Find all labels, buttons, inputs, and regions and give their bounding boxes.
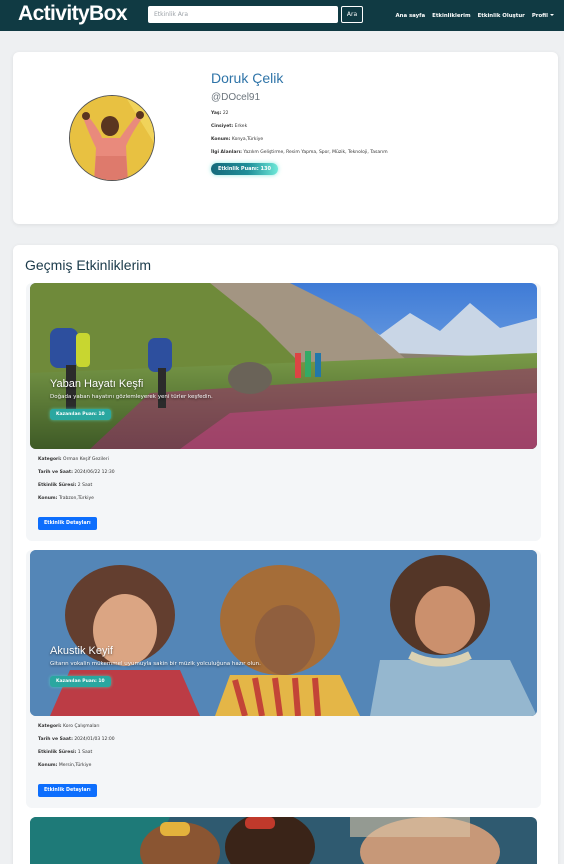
event-datetime-label: Tarih ve Saat: xyxy=(38,470,73,475)
event-datetime-value: 2024/06/22 12:30 xyxy=(74,470,115,475)
event-image xyxy=(30,550,537,716)
chevron-down-icon xyxy=(550,14,554,16)
profile-name: Doruk Çelik xyxy=(211,70,284,86)
event-points-badge: Kazanılan Puan: 10 xyxy=(50,409,111,420)
nav-link-profile-label: Profil xyxy=(531,12,548,19)
navbar: ActivityBox Ara Ana sayfa Etkinliklerim … xyxy=(0,0,564,31)
event-card: Akustik Keyif Gitarın vokalin mükemmel u… xyxy=(26,550,541,808)
event-card: Yaban Hayatı Keşfi Doğada yaban hayatını… xyxy=(26,283,541,541)
avatar xyxy=(69,95,155,181)
event-category-label: Kategori: xyxy=(38,724,62,729)
event-overlay: Yaban Hayatı Keşfi Doğada yaban hayatını… xyxy=(50,378,213,420)
profile-location-label: Konum: xyxy=(211,137,231,142)
profile-gender-label: Cinsiyet: xyxy=(211,124,234,129)
event-duration-value: 2 Saat xyxy=(77,483,93,488)
past-events-title: Geçmiş Etkinliklerim xyxy=(25,257,152,273)
nav-link-home[interactable]: Ana sayfa xyxy=(395,13,425,19)
event-location: Konum: Mersin,Türkiye xyxy=(38,763,115,768)
event-duration: Etkinlik Süresi: 2 Saat xyxy=(38,483,115,488)
nav-link-profile-dropdown[interactable]: Profil xyxy=(532,13,554,19)
profile-age: Yaş: 22 xyxy=(211,111,388,116)
event-details-button[interactable]: Etkinlik Detayları xyxy=(38,784,97,797)
profile-gender-value: Erkek xyxy=(234,124,248,129)
event-location-label: Konum: xyxy=(38,496,58,501)
search-input[interactable] xyxy=(148,6,338,23)
event-description: Doğada yaban hayatını gözlemleyerek yeni… xyxy=(50,394,213,400)
nav-link-my-events[interactable]: Etkinliklerim xyxy=(432,13,470,19)
profile-gender: Cinsiyet: Erkek xyxy=(211,124,388,129)
nav-link-create-event[interactable]: Etkinlik Oluştur xyxy=(478,13,525,19)
event-datetime: Tarih ve Saat: 2024/06/22 12:30 xyxy=(38,470,115,475)
profile-location: Konum: Konya,Türkiye xyxy=(211,137,388,142)
event-details: Kategori: Koro Çalışmaları Tarih ve Saat… xyxy=(38,724,115,797)
event-description: Gitarın vokalin mükemmel uyumuyla sakin … xyxy=(50,661,261,667)
profile-card: Doruk Çelik @DOcel91 Yaş: 22 Cinsiyet: E… xyxy=(13,52,558,224)
event-duration-label: Etkinlik Süresi: xyxy=(38,483,77,488)
event-title: Akustik Keyif xyxy=(50,645,113,657)
past-events-section: Geçmiş Etkinliklerim Yaban Hayatı Keşfi … xyxy=(13,245,558,864)
event-overlay: Akustik Keyif Gitarın vokalin mükemmel u… xyxy=(50,645,261,687)
event-location-value: Mersin,Türkiye xyxy=(58,763,92,768)
profile-interests-label: İlgi Alanları: xyxy=(211,150,242,155)
event-location: Konum: Trabzon,Türkiye xyxy=(38,496,115,501)
event-datetime-value: 2024/01/03 12:00 xyxy=(74,737,115,742)
avatar-photo xyxy=(70,96,154,180)
profile-points-badge: Etkinlik Puanı: 130 xyxy=(211,163,278,175)
brand-logo[interactable]: ActivityBox xyxy=(18,2,128,26)
event-datetime: Tarih ve Saat: 2024/01/03 12:00 xyxy=(38,737,115,742)
profile-age-label: Yaş: xyxy=(211,111,222,116)
event-category-value: Koro Çalışmaları xyxy=(63,724,100,729)
search-button[interactable]: Ara xyxy=(341,6,363,23)
event-location-label: Konum: xyxy=(38,763,58,768)
event-image xyxy=(30,817,537,864)
event-details: Kategori: Orman Keşif Gezileri Tarih ve … xyxy=(38,457,115,530)
event-title: Yaban Hayatı Keşfi xyxy=(50,378,144,390)
event-category-label: Kategori: xyxy=(38,457,62,462)
event-location-value: Trabzon,Türkiye xyxy=(58,496,94,501)
profile-interests: İlgi Alanları: Yazılım Geliştirme, Resim… xyxy=(211,150,388,155)
event-datetime-label: Tarih ve Saat: xyxy=(38,737,73,742)
event-photo-camping xyxy=(30,817,537,864)
event-duration: Etkinlik Süresi: 1 Saat xyxy=(38,750,115,755)
profile-age-value: 22 xyxy=(222,111,229,116)
event-duration-label: Etkinlik Süresi: xyxy=(38,750,77,755)
event-points-badge: Kazanılan Puan: 10 xyxy=(50,676,111,687)
event-card xyxy=(26,817,541,864)
profile-info: Doruk Çelik @DOcel91 Yaş: 22 Cinsiyet: E… xyxy=(211,70,388,175)
event-photo-hiking xyxy=(30,283,537,449)
event-details-button[interactable]: Etkinlik Detayları xyxy=(38,517,97,530)
profile-username: @DOcel91 xyxy=(211,92,261,103)
profile-interests-value: Yazılım Geliştirme, Resim Yapma, Spor, M… xyxy=(243,150,388,155)
event-category-value: Orman Keşif Gezileri xyxy=(63,457,109,462)
profile-location-value: Konya,Türkiye xyxy=(231,137,264,142)
event-photo-concert xyxy=(30,550,537,716)
event-category: Kategori: Koro Çalışmaları xyxy=(38,724,115,729)
event-duration-value: 1 Saat xyxy=(77,750,93,755)
event-category: Kategori: Orman Keşif Gezileri xyxy=(38,457,115,462)
nav-links: Ana sayfa Etkinliklerim Etkinlik Oluştur… xyxy=(395,0,554,31)
event-image xyxy=(30,283,537,449)
